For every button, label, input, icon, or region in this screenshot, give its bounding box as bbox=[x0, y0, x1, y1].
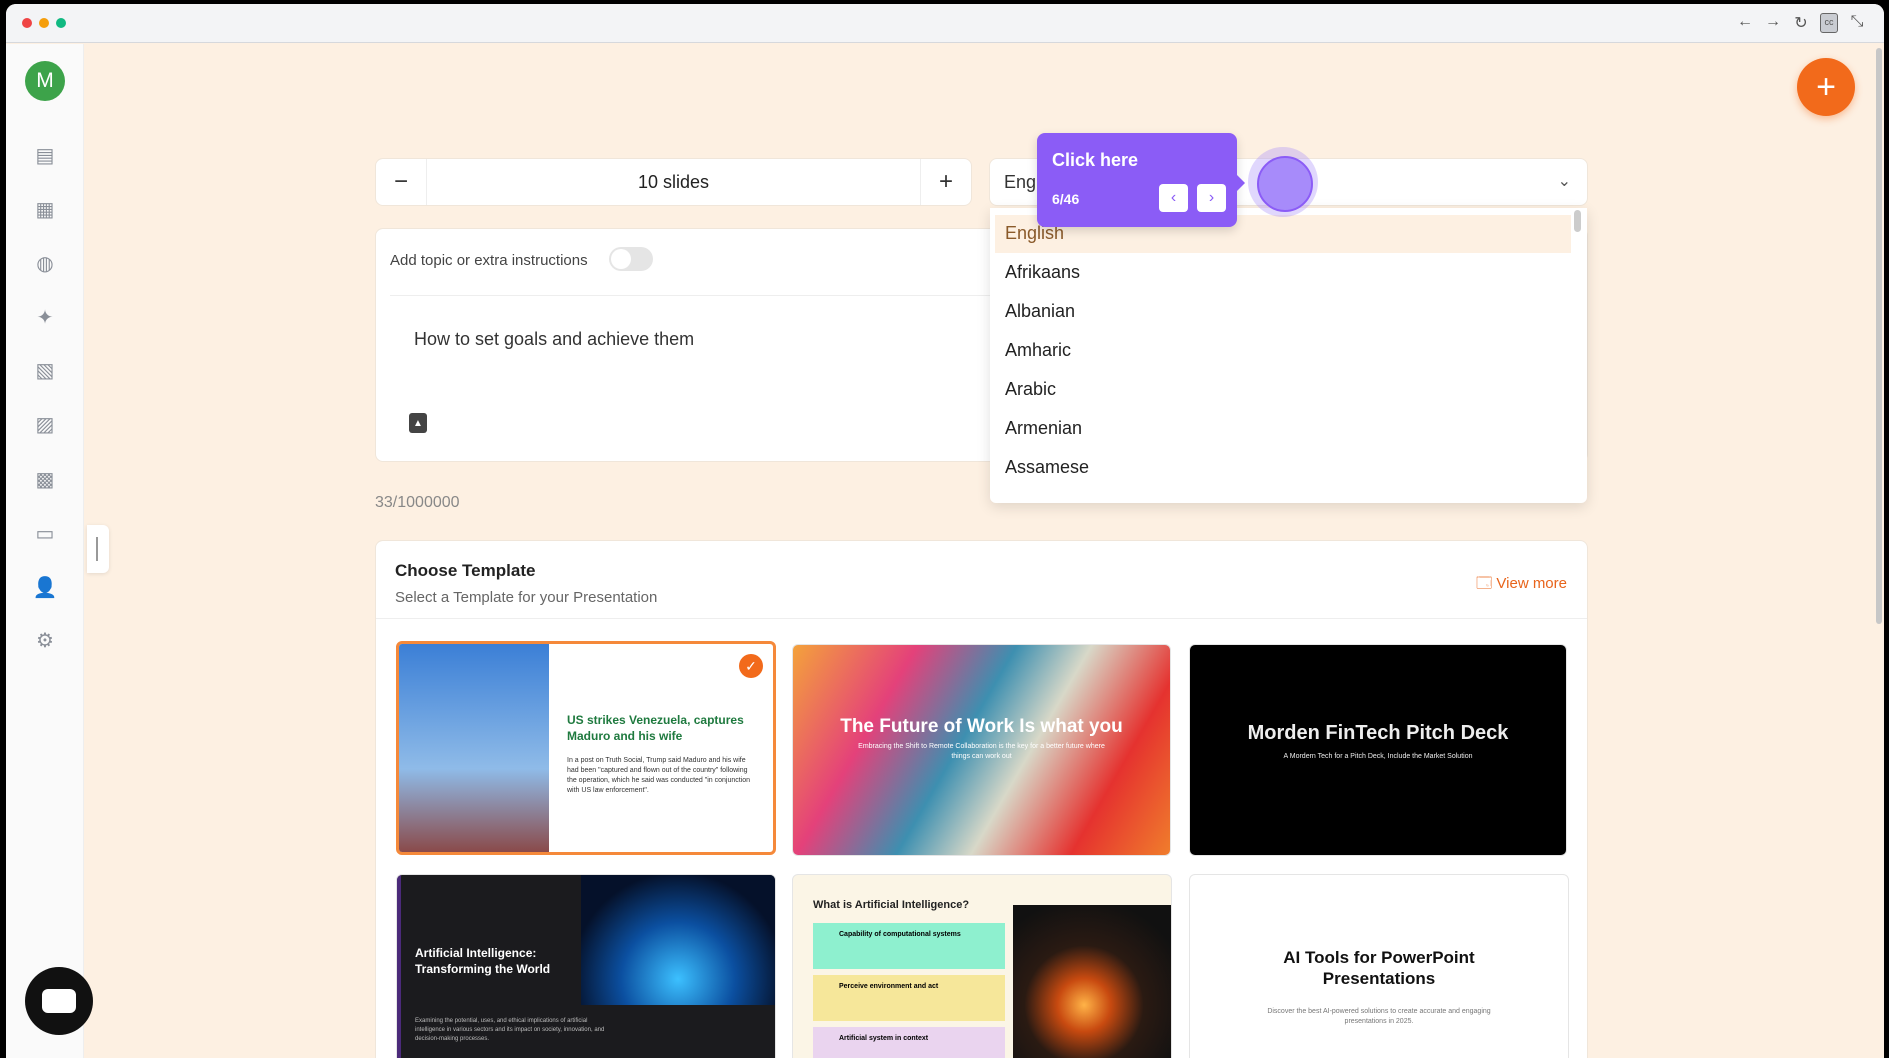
decrease-slides-button[interactable]: − bbox=[376, 159, 426, 205]
slides-count: 10 slides bbox=[426, 159, 921, 205]
topic-input[interactable]: How to set goals and achieve them bbox=[414, 329, 694, 350]
maximize-window-button[interactable] bbox=[56, 18, 66, 28]
language-option[interactable]: Albanian bbox=[995, 293, 1571, 331]
close-window-button[interactable] bbox=[22, 18, 32, 28]
character-counter: 33/1000000 bbox=[375, 494, 460, 511]
template-card-item: Perceive environment and act bbox=[813, 975, 1005, 1021]
template-card-title: US strikes Venezuela, captures Maduro an… bbox=[567, 713, 744, 743]
template-image bbox=[1013, 905, 1171, 1058]
dropdown-scrollbar[interactable] bbox=[1574, 210, 1581, 232]
title-bar: ← → ↻ cc ⤡ bbox=[6, 4, 1884, 43]
topic-toggle[interactable] bbox=[609, 247, 653, 271]
chart-board-icon[interactable]: ▧ bbox=[32, 357, 58, 383]
chevron-down-icon: ⌄ bbox=[1557, 173, 1571, 190]
template-card[interactable]: Morden FinTech Pitch Deck A Mordern Tech… bbox=[1189, 644, 1567, 856]
template-card[interactable]: US strikes Venezuela, captures Maduro an… bbox=[396, 641, 776, 855]
template-card[interactable]: AI Tools for PowerPoint Presentations Di… bbox=[1189, 874, 1569, 1058]
presentation-icon[interactable]: ▤ bbox=[32, 142, 58, 168]
template-card[interactable]: The Future of Work Is what you Embracing… bbox=[792, 644, 1171, 856]
template-subtitle: Select a Template for your Presentation bbox=[395, 589, 658, 606]
template-image bbox=[581, 875, 775, 1005]
template-card-body: Embracing the Shift to Remote Collaborat… bbox=[858, 743, 1105, 760]
divider bbox=[376, 618, 1587, 619]
topic-label: Add topic or extra instructions bbox=[390, 252, 588, 269]
view-more-link[interactable]: 🗔 View more bbox=[1476, 573, 1567, 598]
chevron-right-icon: › bbox=[1208, 189, 1215, 206]
template-card-body: Discover the best AI-powered solutions t… bbox=[1267, 1008, 1491, 1025]
template-card-item: Capability of computational systems bbox=[813, 923, 1005, 969]
forward-icon[interactable]: → bbox=[1764, 13, 1782, 33]
palette-icon[interactable]: ◍ bbox=[32, 250, 58, 276]
back-icon[interactable]: ← bbox=[1736, 13, 1754, 33]
increase-slides-button[interactable]: + bbox=[921, 159, 971, 205]
language-value: Eng bbox=[1004, 172, 1037, 192]
chat-button[interactable] bbox=[25, 967, 93, 1035]
sidebar-collapse-handle[interactable] bbox=[87, 525, 109, 573]
template-card-body: In a post on Truth Social, Trump said Ma… bbox=[567, 757, 751, 794]
template-card-title: AI Tools for PowerPoint Presentations bbox=[1283, 948, 1475, 988]
chevron-left-icon: ‹ bbox=[1170, 189, 1177, 206]
sidebar: M ▤ ▦ ◍ ✦ ▧ ▨ ▩ ▭ 👤 ⚙ bbox=[6, 44, 84, 1058]
template-card-title: What is Artificial Intelligence? bbox=[813, 899, 970, 911]
image-icon[interactable]: ▨ bbox=[32, 411, 58, 437]
language-option[interactable]: Amharic bbox=[995, 332, 1571, 370]
language-option[interactable]: Arabic bbox=[995, 371, 1571, 409]
tour-next-button[interactable]: › bbox=[1197, 184, 1226, 212]
view-more-label: View more bbox=[1496, 575, 1567, 592]
presentation-icon: 🗔 bbox=[1475, 575, 1497, 592]
minimize-window-button[interactable] bbox=[39, 18, 49, 28]
collapse-icon[interactable]: ⤡ bbox=[1848, 13, 1866, 33]
avatar[interactable]: M bbox=[25, 61, 65, 101]
settings-icon[interactable]: ⚙ bbox=[32, 627, 58, 653]
reload-icon[interactable]: ↻ bbox=[1792, 13, 1810, 33]
template-card-body: Examining the potential, uses, and ethic… bbox=[415, 1018, 605, 1042]
tour-tooltip: Click here 6/46 ‹ › bbox=[1037, 133, 1245, 227]
language-option[interactable]: Armenian bbox=[995, 410, 1571, 448]
template-title: Choose Template bbox=[395, 561, 536, 580]
plus-icon: + bbox=[1816, 67, 1836, 106]
template-card-title: Morden FinTech Pitch Deck bbox=[1247, 722, 1509, 744]
template-card-item: Artificial system in context bbox=[813, 1027, 1005, 1058]
chat-icon bbox=[42, 989, 76, 1013]
file-upload-icon[interactable]: ▲ bbox=[409, 413, 427, 433]
sparkles-icon[interactable]: ✦ bbox=[32, 304, 58, 330]
tooltip-step: 6/46 bbox=[1052, 191, 1080, 207]
check-icon: ✓ bbox=[739, 654, 763, 678]
template-card[interactable]: What is Artificial Intelligence? Capabil… bbox=[792, 874, 1172, 1058]
page-scrollbar[interactable] bbox=[1876, 48, 1882, 624]
template-card-title: The Future of Work Is what you bbox=[840, 716, 1123, 737]
create-button[interactable]: + bbox=[1797, 58, 1855, 116]
tooltip-title: Click here bbox=[1052, 150, 1139, 170]
template-panel: Choose Template Select a Template for yo… bbox=[375, 540, 1588, 1058]
slides-stepper: − 10 slides + bbox=[375, 158, 972, 206]
video-icon[interactable]: ▭ bbox=[32, 520, 58, 546]
layout-icon[interactable]: ▦ bbox=[32, 196, 58, 222]
template-image bbox=[399, 644, 549, 852]
app-window: ← → ↻ cc ⤡ M ▤ ▦ ◍ ✦ ▧ ▨ ▩ ▭ 👤 ⚙ + − 10 … bbox=[6, 4, 1884, 1058]
tour-hotspot[interactable] bbox=[1248, 147, 1318, 217]
captions-icon[interactable]: cc bbox=[1820, 13, 1838, 33]
template-card[interactable]: Artificial Intelligence: Transforming th… bbox=[396, 874, 776, 1058]
apps-icon[interactable]: ▩ bbox=[32, 466, 58, 492]
language-option[interactable]: Afrikaans bbox=[995, 254, 1571, 292]
language-option[interactable]: Assamese bbox=[995, 449, 1571, 487]
tour-prev-button[interactable]: ‹ bbox=[1159, 184, 1188, 212]
language-dropdown: English Afrikaans Albanian Amharic Arabi… bbox=[990, 208, 1587, 503]
add-user-icon[interactable]: 👤 bbox=[32, 574, 58, 600]
template-card-title: Artificial Intelligence: Transforming th… bbox=[415, 946, 551, 976]
template-card-body: A Mordern Tech for a Pitch Deck, Include… bbox=[1283, 753, 1473, 760]
